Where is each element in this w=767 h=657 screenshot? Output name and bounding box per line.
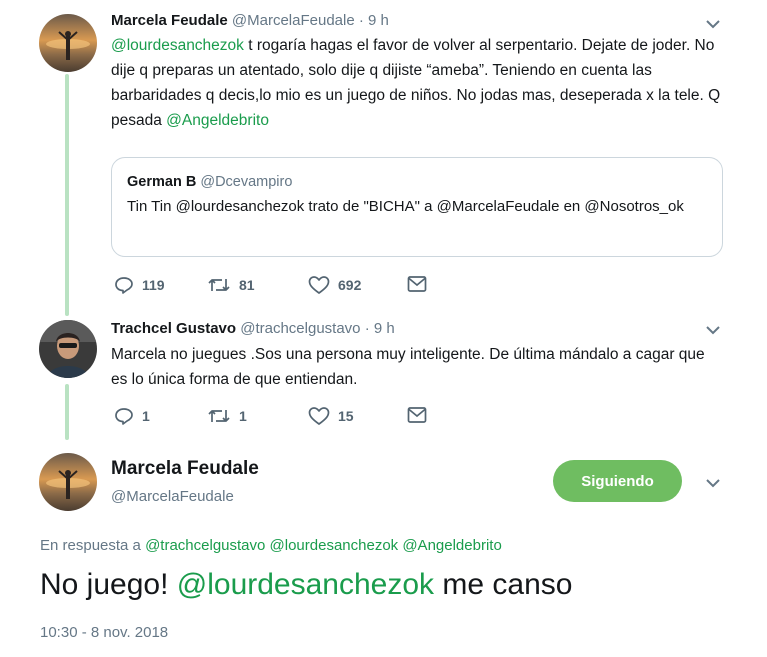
reply-button[interactable]: 1 bbox=[114, 406, 150, 426]
avatar[interactable] bbox=[39, 453, 97, 511]
like-icon bbox=[308, 406, 330, 426]
like-button[interactable]: 15 bbox=[308, 406, 354, 426]
tweet-time[interactable]: · 9 h bbox=[359, 12, 389, 29]
main-tweet-text: No juego! @lourdesanchezok me canso bbox=[40, 568, 572, 602]
tweet-header: Trachcel Gustavo @trachcelgustavo · 9 h bbox=[111, 320, 395, 337]
author-name[interactable]: Trachcel Gustavo bbox=[111, 320, 236, 337]
retweet-count: 81 bbox=[239, 277, 255, 293]
mention-link[interactable]: @lourdesanchezok bbox=[111, 37, 244, 54]
chevron-down-icon[interactable] bbox=[703, 320, 723, 340]
mention-link[interactable]: @Angeldebrito bbox=[166, 112, 269, 129]
main-text-start: No juego! bbox=[40, 568, 177, 601]
quoted-tweet-header: German B @Dcevampiro bbox=[127, 174, 706, 190]
reply-context: En respuesta a @trachcelgustavo @lourdes… bbox=[40, 537, 502, 554]
tweet-header: Marcela Feudale @MarcelaFeudale · 9 h bbox=[111, 12, 389, 29]
main-text-end: me canso bbox=[434, 568, 573, 601]
reply-prefix: En respuesta a bbox=[40, 537, 141, 554]
quoted-author-name: German B bbox=[127, 174, 197, 190]
message-button[interactable] bbox=[407, 406, 427, 424]
like-icon bbox=[308, 275, 330, 295]
message-icon bbox=[407, 275, 427, 293]
mention-link[interactable]: @lourdesanchezok bbox=[177, 568, 434, 601]
retweet-icon bbox=[207, 275, 231, 295]
quoted-tweet-text: Tin Tin @lourdesanchezok trato de "BICHA… bbox=[127, 198, 684, 215]
main-tweet-header: Marcela Feudale @MarcelaFeudale bbox=[111, 458, 259, 505]
like-count: 15 bbox=[338, 408, 354, 424]
message-icon bbox=[407, 406, 427, 424]
tweet-timestamp[interactable]: 10:30 - 8 nov. 2018 bbox=[40, 624, 168, 641]
author-name[interactable]: Marcela Feudale bbox=[111, 458, 259, 480]
reply-icon bbox=[114, 406, 134, 426]
message-button[interactable] bbox=[407, 275, 427, 293]
reply-icon bbox=[114, 275, 134, 295]
author-handle[interactable]: @MarcelaFeudale bbox=[111, 488, 259, 505]
tweet-text: @lourdesanchezok t rogaría hagas el favo… bbox=[111, 33, 723, 133]
retweet-button[interactable]: 1 bbox=[207, 406, 247, 426]
quoted-tweet[interactable]: German B @Dcevampiro Tin Tin @lourdesanc… bbox=[111, 157, 723, 257]
author-name[interactable]: Marcela Feudale bbox=[111, 12, 228, 29]
tweet-actions: 119 81 692 bbox=[114, 275, 534, 295]
avatar[interactable] bbox=[39, 14, 97, 72]
like-button[interactable]: 692 bbox=[308, 275, 361, 295]
reply-button[interactable]: 119 bbox=[114, 275, 165, 295]
thread-line bbox=[65, 384, 69, 440]
tweet-time[interactable]: · 9 h bbox=[365, 320, 395, 337]
following-button[interactable]: Siguiendo bbox=[553, 460, 682, 502]
reply-mentions[interactable]: @trachcelgustavo @lourdesanchezok @Angel… bbox=[145, 537, 502, 554]
tweet-text: Marcela no juegues .Sos una persona muy … bbox=[111, 346, 705, 388]
reply-count: 1 bbox=[142, 408, 150, 424]
chevron-down-icon[interactable] bbox=[703, 473, 723, 493]
retweet-count: 1 bbox=[239, 408, 247, 424]
author-handle[interactable]: @MarcelaFeudale bbox=[232, 12, 355, 29]
tweet-actions: 1 1 15 bbox=[114, 406, 534, 426]
avatar[interactable] bbox=[39, 320, 97, 378]
chevron-down-icon[interactable] bbox=[703, 14, 723, 34]
reply-count: 119 bbox=[142, 277, 165, 293]
thread-line bbox=[65, 74, 69, 316]
like-count: 692 bbox=[338, 277, 362, 293]
retweet-icon bbox=[207, 406, 231, 426]
author-handle[interactable]: @trachcelgustavo bbox=[240, 320, 360, 337]
quoted-author-handle: @Dcevampiro bbox=[200, 174, 293, 190]
retweet-button[interactable]: 81 bbox=[207, 275, 255, 295]
